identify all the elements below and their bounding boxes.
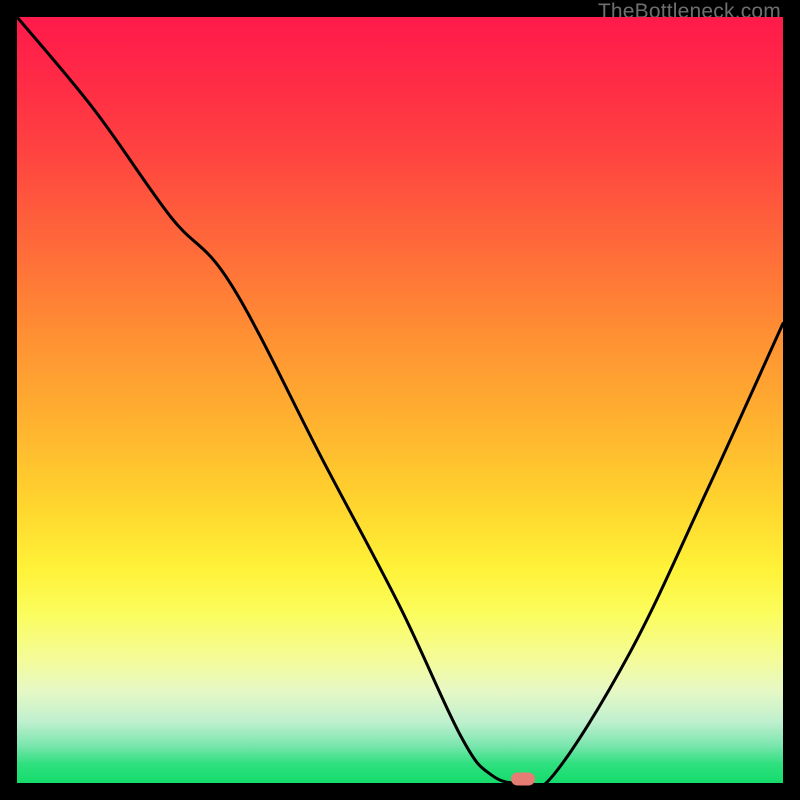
chart-frame: TheBottleneck.com: [0, 0, 800, 800]
bottleneck-curve: [17, 17, 783, 783]
optimum-marker: [511, 773, 535, 786]
plot-area: [17, 17, 783, 783]
